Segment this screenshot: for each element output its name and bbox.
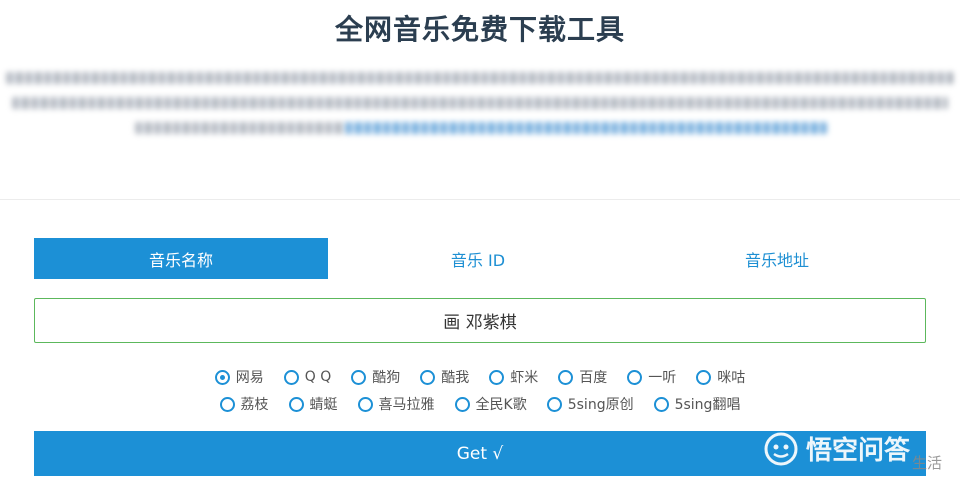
radio-icon: [653, 396, 669, 412]
watermark-tail: 生活: [912, 454, 943, 472]
blurred-link-line: [345, 122, 827, 134]
wukong-logo-icon: [764, 432, 798, 465]
source-label: 一听: [648, 370, 677, 386]
blurred-description: [0, 66, 960, 146]
wukong-watermark: 悟空问答: [764, 430, 910, 467]
source-label: 百度: [579, 370, 608, 386]
radio-checked-icon: [214, 369, 230, 385]
source-option-qq[interactable]: Q Q: [283, 367, 332, 387]
source-option-kugou[interactable]: 酷狗: [351, 367, 400, 387]
source-label: 5sing原创: [567, 397, 634, 413]
source-label: 咪咕: [717, 370, 746, 386]
radio-icon: [357, 396, 373, 412]
search-mode-tabs: 音乐名称 音乐 ID 音乐地址: [34, 238, 926, 279]
source-label: 蜻蜓: [309, 397, 338, 413]
radio-icon: [219, 396, 235, 412]
source-label: 5sing翻唱: [674, 397, 741, 413]
source-label: 网易: [235, 370, 264, 386]
source-option-quanmin-kge[interactable]: 全民K歌: [454, 394, 527, 414]
tab-music-url[interactable]: 音乐地址: [628, 238, 926, 279]
source-option-5sing-cover[interactable]: 5sing翻唱: [653, 394, 741, 414]
radio-icon: [627, 369, 643, 385]
blurred-text-line: [12, 97, 948, 109]
source-options-row-1: 网易 Q Q 酷狗 酷我 虾米 百度 一听 咪咕: [0, 367, 960, 387]
source-option-lizhi[interactable]: 荔枝: [219, 394, 269, 414]
radio-icon: [546, 396, 562, 412]
radio-icon: [558, 369, 574, 385]
blurred-text-line: [135, 122, 345, 134]
source-option-qingting[interactable]: 蜻蜓: [288, 394, 338, 414]
source-label: 酷狗: [372, 370, 401, 386]
page-title: 全网音乐免费下载工具: [334, 13, 625, 46]
source-label: 喜马拉雅: [378, 397, 435, 413]
tab-music-id[interactable]: 音乐 ID: [328, 238, 628, 279]
blurred-text-line: [6, 72, 954, 84]
search-box: [34, 298, 926, 343]
source-option-kuwo[interactable]: 酷我: [420, 367, 469, 387]
source-label: Q Q: [304, 369, 332, 385]
radio-icon: [454, 396, 470, 412]
tab-music-name[interactable]: 音乐名称: [34, 238, 328, 279]
source-option-xiami[interactable]: 虾米: [489, 367, 538, 387]
radio-icon: [351, 369, 367, 385]
source-label: 全民K歌: [475, 397, 527, 413]
search-input[interactable]: [35, 298, 925, 343]
section-divider: [0, 199, 960, 200]
source-option-migu[interactable]: 咪咕: [696, 367, 745, 387]
radio-icon: [283, 369, 299, 385]
source-option-ximalaya[interactable]: 喜马拉雅: [357, 394, 435, 414]
radio-icon: [420, 369, 436, 385]
source-option-baidu[interactable]: 百度: [558, 367, 607, 387]
source-label: 虾米: [510, 370, 539, 386]
radio-icon: [696, 369, 712, 385]
source-option-netease[interactable]: 网易: [214, 367, 264, 387]
radio-icon: [288, 396, 304, 412]
source-label: 荔枝: [240, 397, 269, 413]
source-option-yiting[interactable]: 一听: [627, 367, 676, 387]
source-label: 酷我: [441, 370, 470, 386]
watermark-text: 悟空问答: [806, 436, 911, 466]
source-options-row-2: 荔枝 蜻蜓 喜马拉雅 全民K歌 5sing原创 5sing翻唱: [0, 394, 960, 414]
radio-icon: [489, 369, 505, 385]
source-option-5sing-original[interactable]: 5sing原创: [546, 394, 634, 414]
